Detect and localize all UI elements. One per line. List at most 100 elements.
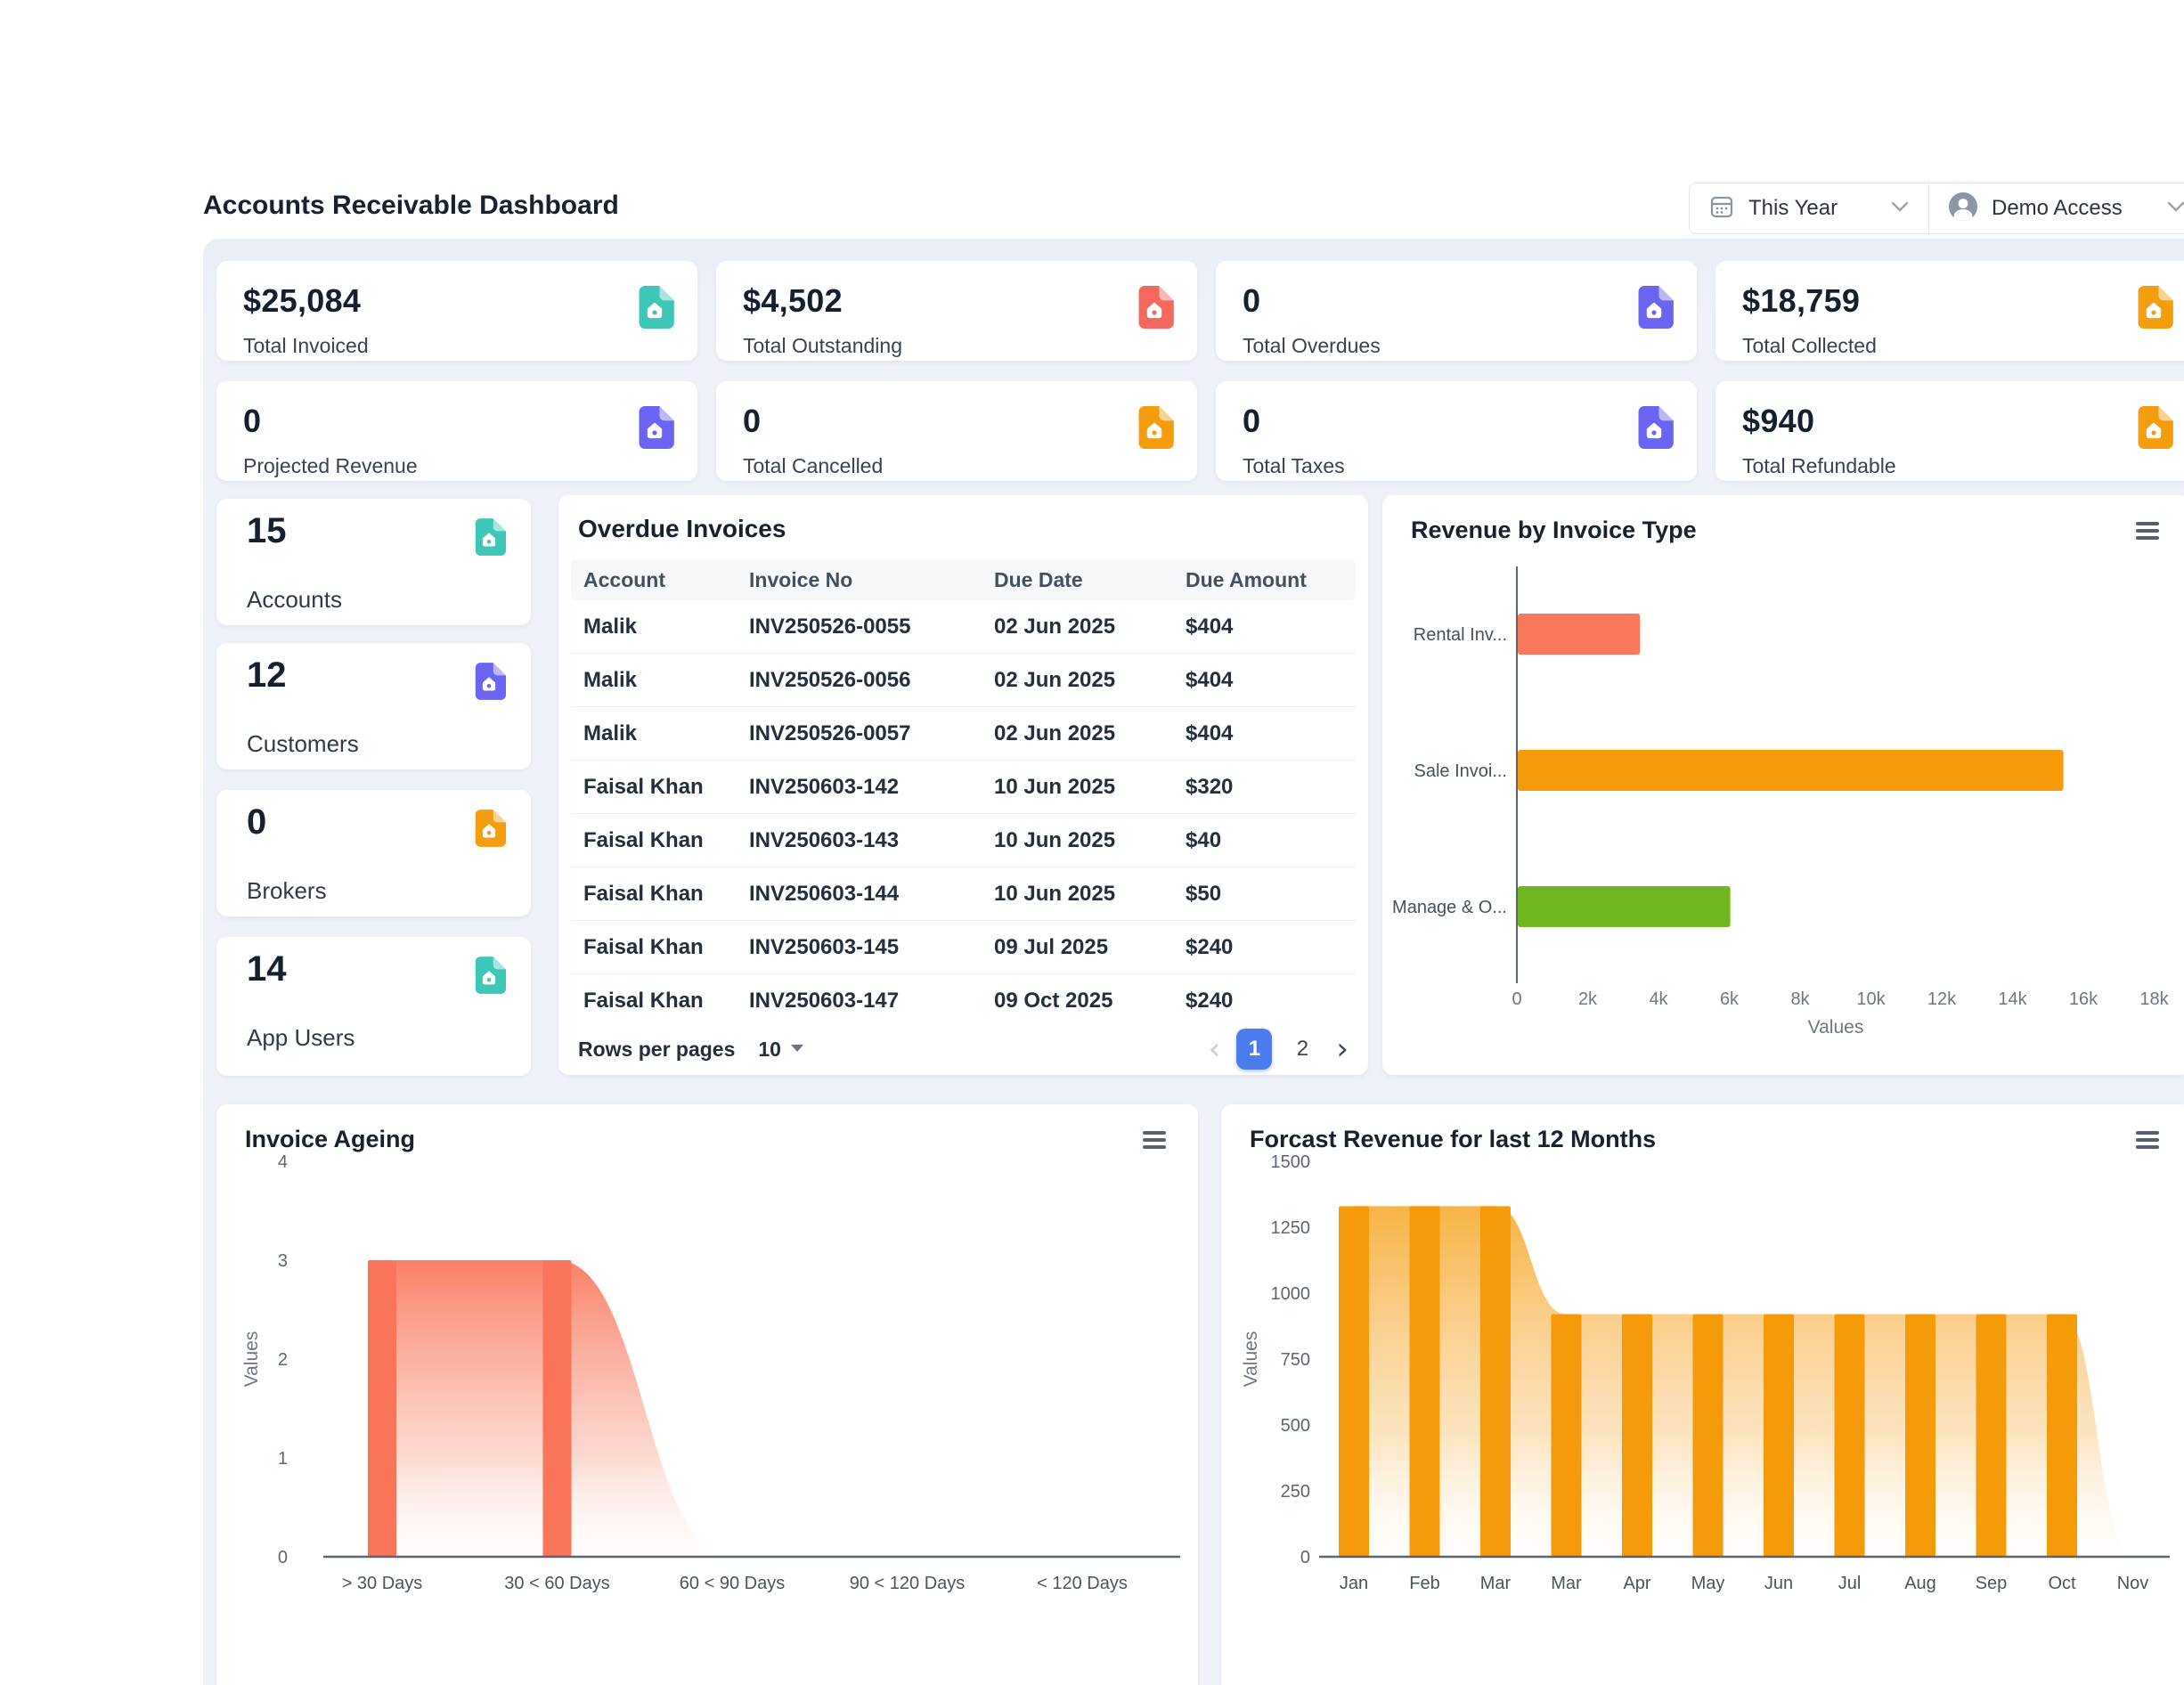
revenue-bar[interactable] [1518, 614, 1640, 655]
kpi-icon [635, 406, 674, 453]
page-button[interactable]: 1 [1236, 1029, 1272, 1070]
page-title: Accounts Receivable Dashboard [203, 191, 619, 221]
x-tick-label: 10k [1856, 989, 1886, 1009]
chevron-down-icon [1891, 200, 1909, 216]
due-date-cell: 10 Jun 2025 [994, 882, 1186, 907]
y-axis-label: Values [1241, 1331, 1261, 1388]
kpi-icon [1135, 406, 1174, 453]
table-row: Faisal KhanINV250603-14509 Jul 2025$240 [571, 921, 1356, 974]
mini-stat-label: Accounts [247, 586, 342, 614]
kpi-label: Total Invoiced [243, 334, 369, 358]
pager-controls: ‹ 12 › [1209, 1029, 1349, 1070]
kpi-value: $940 [1742, 403, 1814, 440]
chevron-down-icon [2167, 200, 2184, 216]
y-tick-label: 4 [278, 1152, 288, 1172]
previous-page-icon[interactable]: ‹ [1209, 1034, 1221, 1064]
revenue-chart-svg: Rental Inv...Sale Invoi...Manage & O...0… [1382, 549, 2184, 1065]
invoice-doc-icon [472, 956, 506, 994]
x-axis-label: Values [1808, 1017, 1864, 1038]
category-label: Manage & O... [1392, 898, 1507, 917]
kpi-value: 0 [1243, 282, 1260, 320]
invoice-ageing-card: Invoice Ageing 43210> 30 Days30 < 60 Day… [216, 1104, 1198, 1685]
x-category-label: Mar [1480, 1574, 1512, 1593]
account-cell: Malik [571, 615, 749, 639]
table-body: MalikINV250526-005502 Jun 2025$404MalikI… [571, 600, 1356, 1019]
y-axis-label: Values [241, 1331, 262, 1388]
overdue-invoices-title: Overdue Invoices [578, 515, 786, 543]
x-category-label: Apr [1623, 1574, 1650, 1593]
next-page-icon[interactable]: › [1336, 1034, 1349, 1064]
kpi-icon [1634, 406, 1674, 453]
x-category-label: 60 < 90 Days [680, 1574, 785, 1593]
user-avatar-icon [1949, 192, 1977, 225]
page-buttons: 12 [1236, 1029, 1320, 1070]
x-tick-label: 12k [1927, 989, 1957, 1009]
mini-stat-card: 15 Accounts [216, 499, 531, 625]
bar-series-bar[interactable] [1905, 1315, 1935, 1557]
user-filter-dropdown[interactable]: Demo Access [1929, 183, 2184, 233]
bar-series-bar[interactable] [543, 1260, 572, 1557]
account-cell: Malik [571, 721, 749, 746]
due-amount-cell: $240 [1186, 989, 1356, 1013]
mini-stat-icon [472, 810, 506, 851]
x-tick-label: 2k [1578, 989, 1598, 1009]
column-header: Invoice No [749, 568, 994, 592]
due-date-cell: 09 Oct 2025 [994, 989, 1186, 1013]
revenue-bar[interactable] [1518, 750, 2064, 791]
bar-series-bar[interactable] [1622, 1315, 1652, 1557]
chart-menu-icon[interactable] [2136, 522, 2159, 543]
x-category-label: Feb [1409, 1574, 1439, 1593]
bar-series-bar[interactable] [1764, 1315, 1794, 1557]
account-cell: Faisal Khan [571, 989, 749, 1013]
invoice-no-cell: INV250526-0057 [749, 721, 994, 746]
caret-down-icon[interactable] [790, 1041, 804, 1057]
bar-series-bar[interactable] [1552, 1315, 1582, 1557]
bar-series-bar[interactable] [1693, 1315, 1724, 1557]
due-amount-cell: $404 [1186, 615, 1356, 639]
kpi-label: Projected Revenue [243, 454, 418, 478]
bar-series-bar[interactable] [1339, 1206, 1369, 1557]
period-filter-dropdown[interactable]: This Year [1690, 183, 1928, 233]
page-button[interactable]: 2 [1284, 1029, 1320, 1070]
mini-stat-card: 14App Users [216, 937, 531, 1076]
column-header: Due Date [994, 568, 1186, 592]
x-category-label: < 120 Days [1037, 1574, 1128, 1593]
table-row: Faisal KhanINV250603-14410 Jun 2025$50 [571, 867, 1356, 921]
mini-stat-card: 12Customers [216, 643, 531, 769]
forecast-revenue-chart-svg: 1500125010007505002500JanFebMarMarAprMay… [1221, 1104, 2184, 1674]
bar-series-bar[interactable] [1835, 1315, 1865, 1557]
y-tick-label: 3 [278, 1251, 288, 1271]
account-cell: Malik [571, 668, 749, 693]
y-tick-label: 1250 [1271, 1218, 1311, 1238]
due-date-cell: 09 Jul 2025 [994, 935, 1186, 960]
table-row: MalikINV250526-005702 Jun 2025$404 [571, 707, 1356, 761]
kpi-card: 0Total Taxes [1216, 381, 1697, 481]
mini-stat-value: 15 [247, 511, 287, 551]
bar-series-bar[interactable] [368, 1260, 396, 1557]
x-tick-label: 6k [1720, 989, 1740, 1009]
column-header: Due Amount [1186, 568, 1356, 592]
invoice-no-cell: INV250603-142 [749, 775, 994, 800]
invoice-doc-icon [1634, 406, 1674, 449]
x-category-label: Jan [1340, 1574, 1368, 1593]
bar-series-bar[interactable] [1480, 1206, 1511, 1557]
due-amount-cell: $40 [1186, 828, 1356, 853]
y-tick-label: 250 [1281, 1482, 1310, 1502]
bar-series-bar[interactable] [1410, 1206, 1440, 1557]
invoice-doc-icon [472, 810, 506, 847]
kpi-label: Total Taxes [1243, 454, 1345, 478]
account-cell: Faisal Khan [571, 775, 749, 800]
x-category-label: Jun [1764, 1574, 1793, 1593]
table-row: MalikINV250526-005602 Jun 2025$404 [571, 654, 1356, 707]
bar-series-bar[interactable] [2047, 1315, 2077, 1557]
invoice-doc-icon [1135, 406, 1174, 449]
kpi-card: 0Total Overdues [1216, 261, 1697, 361]
rows-per-page-select[interactable]: 10 [758, 1038, 781, 1062]
kpi-card: $940Total Refundable [1715, 381, 2184, 481]
bar-series-bar[interactable] [1976, 1315, 2007, 1557]
rows-per-page-label: Rows per pages [578, 1038, 735, 1062]
revenue-bar[interactable] [1518, 886, 1731, 927]
due-amount-cell: $404 [1186, 668, 1356, 693]
x-tick-label: 18k [2139, 989, 2169, 1009]
x-category-label: May [1691, 1574, 1725, 1593]
